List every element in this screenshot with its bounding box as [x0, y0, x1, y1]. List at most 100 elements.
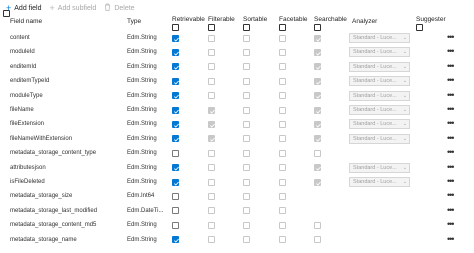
more-options-icon[interactable]: •••: [447, 132, 461, 144]
header-suggester[interactable]: Suggester: [416, 16, 446, 23]
add-field-button[interactable]: + Add field: [6, 3, 42, 13]
filterable-checkbox[interactable]: [208, 236, 215, 244]
analyzer-dropdown[interactable]: Standard - Luce... ⌄: [349, 90, 410, 101]
analyzer-dropdown[interactable]: Standard - Luce... ⌄: [349, 61, 410, 72]
facetable-checkbox[interactable]: [279, 149, 286, 157]
facetable-checkbox[interactable]: [279, 106, 286, 114]
searchable-checkbox[interactable]: [314, 63, 321, 71]
retrievable-checkbox[interactable]: [172, 120, 179, 128]
table-row[interactable]: metadata_storage_name Edm.String •••: [0, 233, 474, 247]
searchable-checkbox[interactable]: [314, 48, 321, 56]
filterable-checkbox[interactable]: [208, 149, 215, 157]
analyzer-dropdown[interactable]: Standard - Luce... ⌄: [349, 133, 410, 144]
facetable-checkbox[interactable]: [279, 34, 286, 42]
retrievable-checkbox[interactable]: [172, 221, 179, 229]
searchable-checkbox[interactable]: [314, 164, 321, 172]
more-options-icon[interactable]: •••: [447, 218, 461, 230]
filterable-checkbox[interactable]: [208, 77, 215, 85]
retrievable-checkbox[interactable]: [172, 63, 179, 71]
sortable-all-checkbox[interactable]: [243, 24, 250, 31]
filterable-checkbox[interactable]: [208, 48, 215, 56]
table-row[interactable]: fileNameWithExtension Edm.String Standard …: [0, 132, 474, 146]
header-searchable[interactable]: Searchable: [314, 16, 347, 23]
retrievable-checkbox[interactable]: [172, 236, 179, 244]
retrievable-checkbox[interactable]: [172, 92, 179, 100]
sortable-checkbox[interactable]: [243, 207, 250, 215]
retrievable-checkbox[interactable]: [172, 178, 179, 186]
filterable-checkbox[interactable]: [208, 164, 215, 172]
header-sortable[interactable]: Sortable: [243, 16, 267, 23]
header-retrievable[interactable]: Retrievable: [172, 16, 205, 23]
header-filterable[interactable]: Filterable: [208, 16, 235, 23]
table-row[interactable]: metadata_storage_content_type Edm.String •…: [0, 146, 474, 160]
table-row[interactable]: attributesjson Edm.String Standard - Luce.…: [0, 161, 474, 175]
more-options-icon[interactable]: •••: [447, 89, 461, 101]
retrievable-checkbox[interactable]: [172, 77, 179, 85]
facetable-checkbox[interactable]: [279, 164, 286, 172]
analyzer-dropdown[interactable]: Standard - Luce... ⌄: [349, 33, 410, 43]
sortable-checkbox[interactable]: [243, 192, 250, 200]
filterable-checkbox[interactable]: [208, 135, 215, 143]
retrievable-checkbox[interactable]: [172, 192, 179, 200]
sortable-checkbox[interactable]: [243, 106, 250, 114]
analyzer-dropdown[interactable]: Standard - Luce... ⌄: [349, 177, 410, 187]
searchable-checkbox[interactable]: [314, 77, 321, 85]
analyzer-dropdown[interactable]: Standard - Luce... ⌄: [349, 119, 410, 130]
searchable-checkbox[interactable]: [314, 178, 321, 186]
searchable-all-checkbox[interactable]: [314, 24, 321, 31]
more-options-icon[interactable]: •••: [447, 146, 461, 158]
sortable-checkbox[interactable]: [243, 120, 250, 128]
filterable-checkbox[interactable]: [208, 192, 215, 200]
sortable-checkbox[interactable]: [243, 149, 250, 157]
facetable-all-checkbox[interactable]: [279, 24, 286, 31]
sortable-checkbox[interactable]: [243, 63, 250, 71]
searchable-checkbox[interactable]: [314, 149, 321, 157]
retrievable-all-checkbox[interactable]: [172, 24, 179, 31]
facetable-checkbox[interactable]: [279, 77, 286, 85]
retrievable-checkbox[interactable]: [172, 135, 179, 143]
retrievable-checkbox[interactable]: [172, 48, 179, 56]
facetable-checkbox[interactable]: [279, 221, 286, 229]
header-field-name[interactable]: Field name: [10, 18, 42, 25]
facetable-checkbox[interactable]: [279, 192, 286, 200]
table-row[interactable]: enditemId Edm.String Standard - Luce... ⌄ ••…: [0, 60, 474, 74]
more-options-icon[interactable]: •••: [447, 60, 461, 72]
retrievable-checkbox[interactable]: [172, 106, 179, 114]
table-row[interactable]: isFileDeleted Edm.String Standard - Luce..…: [0, 175, 474, 189]
analyzer-dropdown[interactable]: Standard - Luce... ⌄: [349, 105, 410, 115]
table-row[interactable]: metadata_storage_size Edm.Int64 •••: [0, 189, 474, 203]
delete-button[interactable]: Delete: [104, 3, 135, 13]
sortable-checkbox[interactable]: [243, 236, 250, 244]
facetable-checkbox[interactable]: [279, 236, 286, 244]
filterable-checkbox[interactable]: [208, 178, 215, 186]
searchable-checkbox[interactable]: [314, 120, 321, 128]
searchable-checkbox[interactable]: [314, 92, 321, 100]
sortable-checkbox[interactable]: [243, 77, 250, 85]
facetable-checkbox[interactable]: [279, 63, 286, 71]
retrievable-checkbox[interactable]: [172, 207, 179, 215]
searchable-checkbox[interactable]: [314, 135, 321, 143]
table-row[interactable]: moduleId Edm.String Standard - Luce... ⌄ •••: [0, 45, 474, 59]
sortable-checkbox[interactable]: [243, 221, 250, 229]
header-facetable[interactable]: Facetable: [279, 16, 308, 23]
sortable-checkbox[interactable]: [243, 178, 250, 186]
filterable-checkbox[interactable]: [208, 63, 215, 71]
more-options-icon[interactable]: •••: [447, 31, 461, 43]
filterable-checkbox[interactable]: [208, 92, 215, 100]
facetable-checkbox[interactable]: [279, 120, 286, 128]
filterable-checkbox[interactable]: [208, 120, 215, 128]
searchable-checkbox[interactable]: [314, 236, 321, 244]
filterable-checkbox[interactable]: [208, 106, 215, 114]
more-options-icon[interactable]: •••: [447, 204, 461, 216]
searchable-checkbox[interactable]: [314, 106, 321, 114]
sortable-checkbox[interactable]: [243, 135, 250, 143]
more-options-icon[interactable]: •••: [447, 189, 461, 201]
more-options-icon[interactable]: •••: [447, 175, 461, 187]
searchable-checkbox[interactable]: [314, 221, 321, 229]
facetable-checkbox[interactable]: [279, 207, 286, 215]
sortable-checkbox[interactable]: [243, 48, 250, 56]
table-row[interactable]: metadata_storage_content_md5 Edm.String ••…: [0, 218, 474, 232]
more-options-icon[interactable]: •••: [447, 117, 461, 129]
header-type[interactable]: Type: [127, 18, 141, 25]
add-subfield-button[interactable]: + Add subfield: [50, 3, 97, 13]
